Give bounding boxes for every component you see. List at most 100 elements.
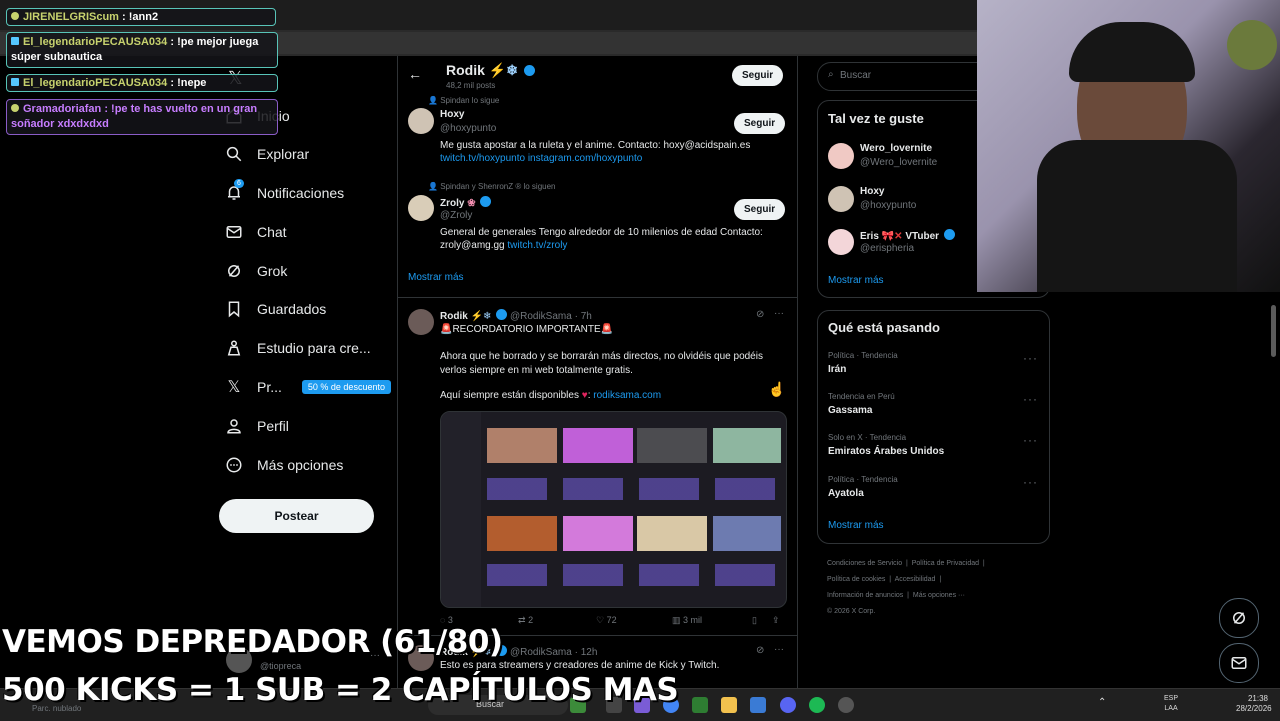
bio-links[interactable]: twitch.tv/hoxypunto instagram.com/hoxypu… [440,152,780,165]
more-circle-icon [226,457,242,473]
discount-badge: 50 % de descuento [301,380,391,394]
suggestion-name[interactable]: Hoxy [440,109,464,120]
tweet-time[interactable]: · 12h [575,647,598,658]
bookmark-action-icon[interactable]: ▯ [752,615,772,626]
footer-link[interactable]: Política de Privacidad [912,560,979,567]
suggest-name[interactable]: Eris 🎀✕ VTuber [860,229,955,242]
spotify-icon[interactable] [809,697,825,713]
trend-more-icon[interactable]: ··· [1023,351,1038,365]
trend-more-icon[interactable]: ··· [1023,392,1038,406]
tweet-more-icon[interactable]: ··· [774,644,784,655]
trend-more-icon[interactable]: ··· [1023,433,1038,447]
folder-icon[interactable] [721,697,737,713]
avatar[interactable] [828,143,854,169]
suggest-title: Tal vez te guste [828,111,924,126]
footer-links: Condiciones de Servicio | Política de Pr… [827,560,985,615]
views-action[interactable]: ▥ 3 mil [672,615,752,626]
notification-badge: 6 [234,179,244,188]
suggest-name[interactable]: Hoxy [860,186,884,197]
scrollbar-thumb[interactable] [1271,305,1276,357]
trend-name: Ayatola [828,488,864,499]
tweet-time[interactable]: · 7h [575,311,592,322]
store-icon[interactable] [750,697,766,713]
suggest-handle: @hoxypunto [860,200,917,211]
avatar[interactable] [408,108,434,134]
trends-show-more[interactable]: Mostrar más [828,520,884,531]
avatar[interactable] [408,309,434,335]
messages-float-button[interactable] [1219,643,1259,683]
trend-more-icon[interactable]: ··· [1023,475,1038,489]
trend-name: Gassama [828,405,873,416]
trend-item[interactable]: Solo en X · Tendencia Emiratos Árabes Un… [828,433,1038,457]
tweet-more-icon[interactable]: ··· [774,308,784,319]
trend-category: Tendencia en Perú [828,392,895,401]
nav-grok-label: Grok [257,263,288,279]
grok-icon [1233,612,1245,624]
nav-premium-label: Pr... [257,379,282,395]
like-action[interactable]: ♡ 72 [596,615,672,626]
suggest-handle: @erispheria [860,243,915,254]
tweet-author[interactable]: Rodik [440,311,468,322]
footer-link[interactable]: Información de anuncios [827,592,903,599]
language-indicator[interactable]: ESP LAA [1164,694,1178,714]
chat-badge-icon [11,104,19,112]
tweet-link[interactable]: rodiksama.com [593,390,661,401]
repost-action[interactable]: ⇄ 2 [518,615,596,626]
suggest-handle: @Wero_lovernite [860,157,938,168]
tweet-line1: Esto es para streamers y creadores de an… [440,660,720,671]
xbox-icon[interactable] [692,697,708,713]
avatar[interactable] [408,195,434,221]
obs-icon[interactable] [838,697,854,713]
bookmark-icon [228,301,240,318]
nav-studio-label: Estudio para cre... [257,340,371,356]
trend-name: Emiratos Árabes Unidos [828,446,945,457]
footer-link[interactable]: Más opciones ··· [913,592,965,599]
grok-tweet-icon[interactable]: ⊘ [756,309,764,320]
footer-link[interactable]: Accesibilidad [895,576,936,583]
trend-item[interactable]: Política · Tendencia Ayatola ··· [828,475,1038,499]
nav-grok[interactable]: Grok [225,256,287,286]
suggestion-name[interactable]: Zroly ❀ [440,196,492,209]
grok-float-button[interactable] [1219,598,1259,638]
nav-premium[interactable]: 𝕏 Pr... 50 % de descuento [225,372,391,402]
tray-chevron-icon[interactable]: ⌃ [1098,697,1106,708]
nav-explore-label: Explorar [257,146,310,162]
show-more-link[interactable]: Mostrar más [408,272,464,283]
clock[interactable]: 21:38 28/2/2026 [1236,694,1272,714]
suggestion-handle: @hoxypunto [440,123,497,134]
back-arrow-icon[interactable]: ← [408,66,422,82]
footer-link[interactable]: Condiciones de Servicio [827,560,902,567]
nav-studio[interactable]: Estudio para cre... [225,333,371,363]
nav-explore[interactable]: Explorar [225,139,309,169]
trend-item[interactable]: Tendencia en Perú Gassama ··· [828,392,1038,416]
tweet-image[interactable] [440,411,787,608]
discord-icon[interactable] [780,697,796,713]
avatar[interactable] [828,186,854,212]
suggest-show-more[interactable]: Mostrar más [828,275,884,286]
grok-tweet-icon[interactable]: ⊘ [756,645,764,656]
repost-icon: ⇄ [518,615,526,625]
avatar[interactable] [828,229,854,255]
suggest-name[interactable]: Wero_lovernite [860,143,932,154]
like-count: 72 [606,615,617,625]
trend-item[interactable]: Política · Tendencia Irán ··· [828,351,1038,375]
share-icon[interactable]: ⇪ [772,615,780,626]
trend-name: Irán [828,364,847,375]
nav-profile[interactable]: Perfil [225,411,289,441]
siren-icon: 🚨 [440,324,453,335]
chat-message: JIRENELGRIScum : !ann2 [6,8,276,26]
suggest-name-text: Eris [860,231,879,242]
follow-button[interactable]: Seguir [734,113,786,134]
footer-link[interactable]: Política de cookies [827,576,885,583]
nav-saved[interactable]: Guardados [225,294,326,324]
bio-links[interactable]: twitch.tv/zroly [507,240,567,251]
nav-notifications[interactable]: 6 Notificaciones [225,178,344,208]
post-button[interactable]: Postear [219,499,374,533]
follow-button[interactable]: Seguir [734,199,786,220]
verified-icon [943,229,955,240]
follow-button-header[interactable]: Seguir [732,65,784,86]
nav-more[interactable]: Más opciones [225,450,343,480]
tweet-para2-text: Aquí siempre están disponibles [440,390,579,401]
nav-chat[interactable]: Chat [225,217,287,247]
flower-icon: ❀ [467,198,476,209]
